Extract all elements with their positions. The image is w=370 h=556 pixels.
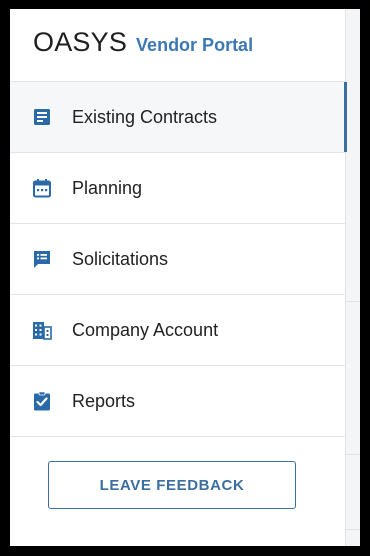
sidebar-nav: Existing Contracts Planning Solicitation… xyxy=(10,81,347,437)
sidebar-item-label: Solicitations xyxy=(72,248,169,269)
calendar-icon xyxy=(32,178,52,198)
building-icon xyxy=(32,320,52,340)
sidebar-item-label: Company Account xyxy=(72,319,219,340)
contracts-icon xyxy=(32,107,52,127)
sidebar-item-company-account[interactable]: Company Account xyxy=(10,294,345,365)
sidebar-item-reports[interactable]: Reports xyxy=(10,365,345,437)
brand-title: OASYS xyxy=(33,27,128,57)
brand-subtitle: Vendor Portal xyxy=(136,35,254,55)
brand-logo[interactable]: OASYS Vendor Portal xyxy=(33,27,253,67)
sidebar-item-label: Existing Contracts xyxy=(72,106,218,127)
sidebar-item-existing-contracts[interactable]: Existing Contracts xyxy=(10,81,347,152)
message-list-icon xyxy=(32,249,52,269)
sidebar: OASYS Vendor Portal Existing Contracts P… xyxy=(10,9,347,546)
leave-feedback-button[interactable]: LEAVE FEEDBACK xyxy=(48,461,296,509)
sidebar-item-label: Reports xyxy=(72,390,136,411)
app-window: OASYS Vendor Portal Existing Contracts P… xyxy=(10,9,360,546)
sidebar-item-solicitations[interactable]: Solicitations xyxy=(10,223,345,294)
sidebar-item-planning[interactable]: Planning xyxy=(10,152,345,223)
clipboard-check-icon xyxy=(32,391,52,411)
main-content-edge xyxy=(346,9,360,546)
sidebar-item-label: Planning xyxy=(72,177,143,198)
